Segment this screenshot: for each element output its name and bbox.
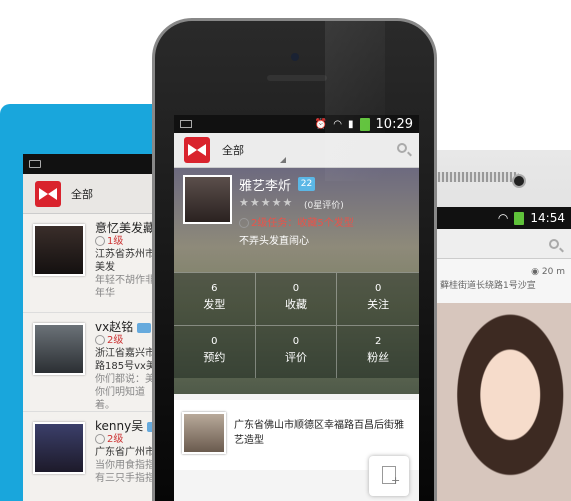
right-status-bar: ◠ 14:54 [436,207,571,229]
level-badge: 22 [298,177,315,191]
stylist-list-item[interactable]: kenny吴 2级 广东省广州市 当你用食指指 有三只手指指 [23,412,170,501]
stat-label: 评价 [284,351,307,364]
stat-reviews[interactable]: 0 评价 [255,325,338,378]
distance-value: 20 m [541,267,565,277]
dropdown-caret-icon[interactable] [280,157,286,163]
profile-motto: 不弄头发直闹心 [239,236,309,247]
search-icon[interactable] [549,239,559,249]
camera-icon [512,174,526,188]
stat-value: 6 [211,283,218,294]
app-logo-icon [184,137,210,163]
front-camera-icon [291,53,299,61]
rating-text: (0星评价) [304,201,344,211]
stat-value: 0 [292,283,300,294]
new-post-button[interactable] [369,456,409,496]
level-badge-icon [137,322,152,333]
app-logo-icon [35,180,61,207]
stat-label: 发型 [203,298,226,311]
address-snippet: 藓桂街道长绕路1号沙宣 [440,281,536,291]
left-phone: 全部 意忆美发藏 1级 江苏省苏州市 美发 年轻不胡作非 年华 vx赵铭 2级 … [0,104,170,501]
stat-favorites[interactable]: 0 收藏 [255,272,338,325]
scissors-icon [95,335,105,345]
scissors-icon [239,218,249,228]
left-phone-screen: 全部 意忆美发藏 1级 江苏省苏州市 美发 年轻不胡作非 年华 vx赵铭 2级 … [23,154,170,501]
scissors-icon [95,434,105,444]
search-icon[interactable] [397,143,407,153]
left-top-bar: 全部 [23,174,170,214]
stats-grid: 6 发型 0 收藏 0 关注 0 预约 0 评价 2 粉丝 [174,272,419,378]
glass-reflection [325,21,385,181]
avatar [33,422,85,474]
location-pin-icon: ◉ [531,267,540,277]
scissors-icon [95,236,105,246]
battery-icon [514,211,525,225]
hairstyle-photo[interactable] [436,303,571,501]
salon-thumbnail [182,412,226,454]
stat-value: 0 [211,336,218,347]
stylist-list-item[interactable]: 意忆美发藏 1级 江苏省苏州市 美发 年轻不胡作非 年华 [23,214,170,313]
filter-title[interactable]: 全部 [222,142,244,158]
center-phone: ⏰ ◠ ▮ 10:29 全部 雅艺李炘 22 ★★★★★ (0星评价) 2级任务… [152,18,437,501]
stat-appointments[interactable]: 0 预约 [174,325,256,378]
status-time: 14:54 [530,211,565,225]
stat-label: 关注 [367,298,390,311]
avatar [33,323,85,375]
distance-row: ◉ 20 m 藓桂街道长绕路1号沙宣 [436,259,571,303]
stat-label: 粉丝 [367,351,390,364]
back-icon[interactable] [180,120,192,128]
stat-fans[interactable]: 2 粉丝 [337,325,419,378]
right-phone-screen: ◠ 14:54 ◉ 20 m 藓桂街道长绕路1号沙宣 [436,207,571,501]
back-icon[interactable] [29,160,41,168]
stat-value: 2 [374,336,382,347]
stat-value: 0 [292,336,300,347]
earpiece-speaker [267,75,327,81]
profile-avatar[interactable] [183,175,232,224]
stylist-list-item[interactable]: vx赵铭 2级 浙江省嘉兴市 路185号vx美发 你们都说：美 你们明知道 着。 [23,313,170,412]
profile-name: 雅艺李炘 [239,179,292,194]
stat-label: 预约 [203,351,226,364]
salon-address: 广东省佛山市顺德区幸福路百昌后街雅艺造型 [234,420,404,446]
left-filter-title[interactable]: 全部 [71,186,93,202]
stat-value: 0 [374,283,382,294]
stat-following[interactable]: 0 关注 [337,272,419,325]
avatar [33,224,85,276]
stylist-profile: 雅艺李炘 22 ★★★★★ (0星评价) 2级任务：收藏5个发型 不弄头发直闹心… [174,168,419,394]
wifi-icon: ◠ [497,211,509,225]
speaker-grille [430,172,520,182]
salon-card[interactable]: 广东省佛山市顺德区幸福路百昌后街雅艺造型 [174,400,419,496]
stat-label: 收藏 [284,298,307,311]
task-text: 2级任务：收藏5个发型 [239,214,354,229]
rating-stars: ★★★★★ [239,196,294,209]
right-top-bar [436,229,571,259]
stat-hairstyles[interactable]: 6 发型 [174,272,256,325]
left-status-bar [23,154,170,174]
